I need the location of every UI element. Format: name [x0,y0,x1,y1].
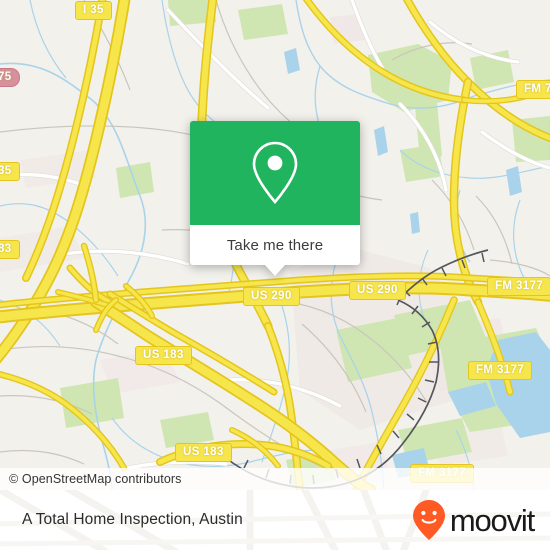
footer-bar: A Total Home Inspection, Austin moovit [0,490,550,550]
road-shield-83-clipped: 83 [0,240,20,259]
road-shield-fm73: FM 73 [516,80,550,99]
road-shield-35-clipped: 35 [0,162,20,181]
road-shield-us290-east: US 290 [349,281,406,300]
attribution-bar: © OpenStreetMap contributors [0,468,550,490]
moovit-wordmark: moovit [449,502,535,538]
road-shield-us183-south: US 183 [175,443,232,462]
popup-pointer [265,265,285,276]
take-me-there-label: Take me there [226,236,324,254]
place-title: A Total Home Inspection, Austin [22,490,243,550]
place-title-text: A Total Home Inspection, Austin [22,511,243,528]
road-shield-i35: I 35 [75,1,112,20]
road-shield-us183-west: US 183 [135,346,192,365]
road-shield-75: 75 [0,68,20,87]
map-pin-icon [252,141,298,204]
moovit-pin-smiley-icon [412,500,445,540]
road-shield-fm3177-north: FM 3177 [487,277,550,296]
location-popup[interactable]: Take me there [190,121,360,276]
road-shield-fm3177-mid: FM 3177 [468,361,533,380]
moovit-logo[interactable]: moovit [412,490,535,550]
road-shield-us290-west: US 290 [243,287,300,306]
attribution-text: © OpenStreetMap contributors [9,472,182,486]
popup-header [190,121,360,225]
map-screenshot: .w { fill:none; stroke:#a9d3ea; } .wf { … [0,0,550,550]
take-me-there-button[interactable]: Take me there [190,225,360,265]
